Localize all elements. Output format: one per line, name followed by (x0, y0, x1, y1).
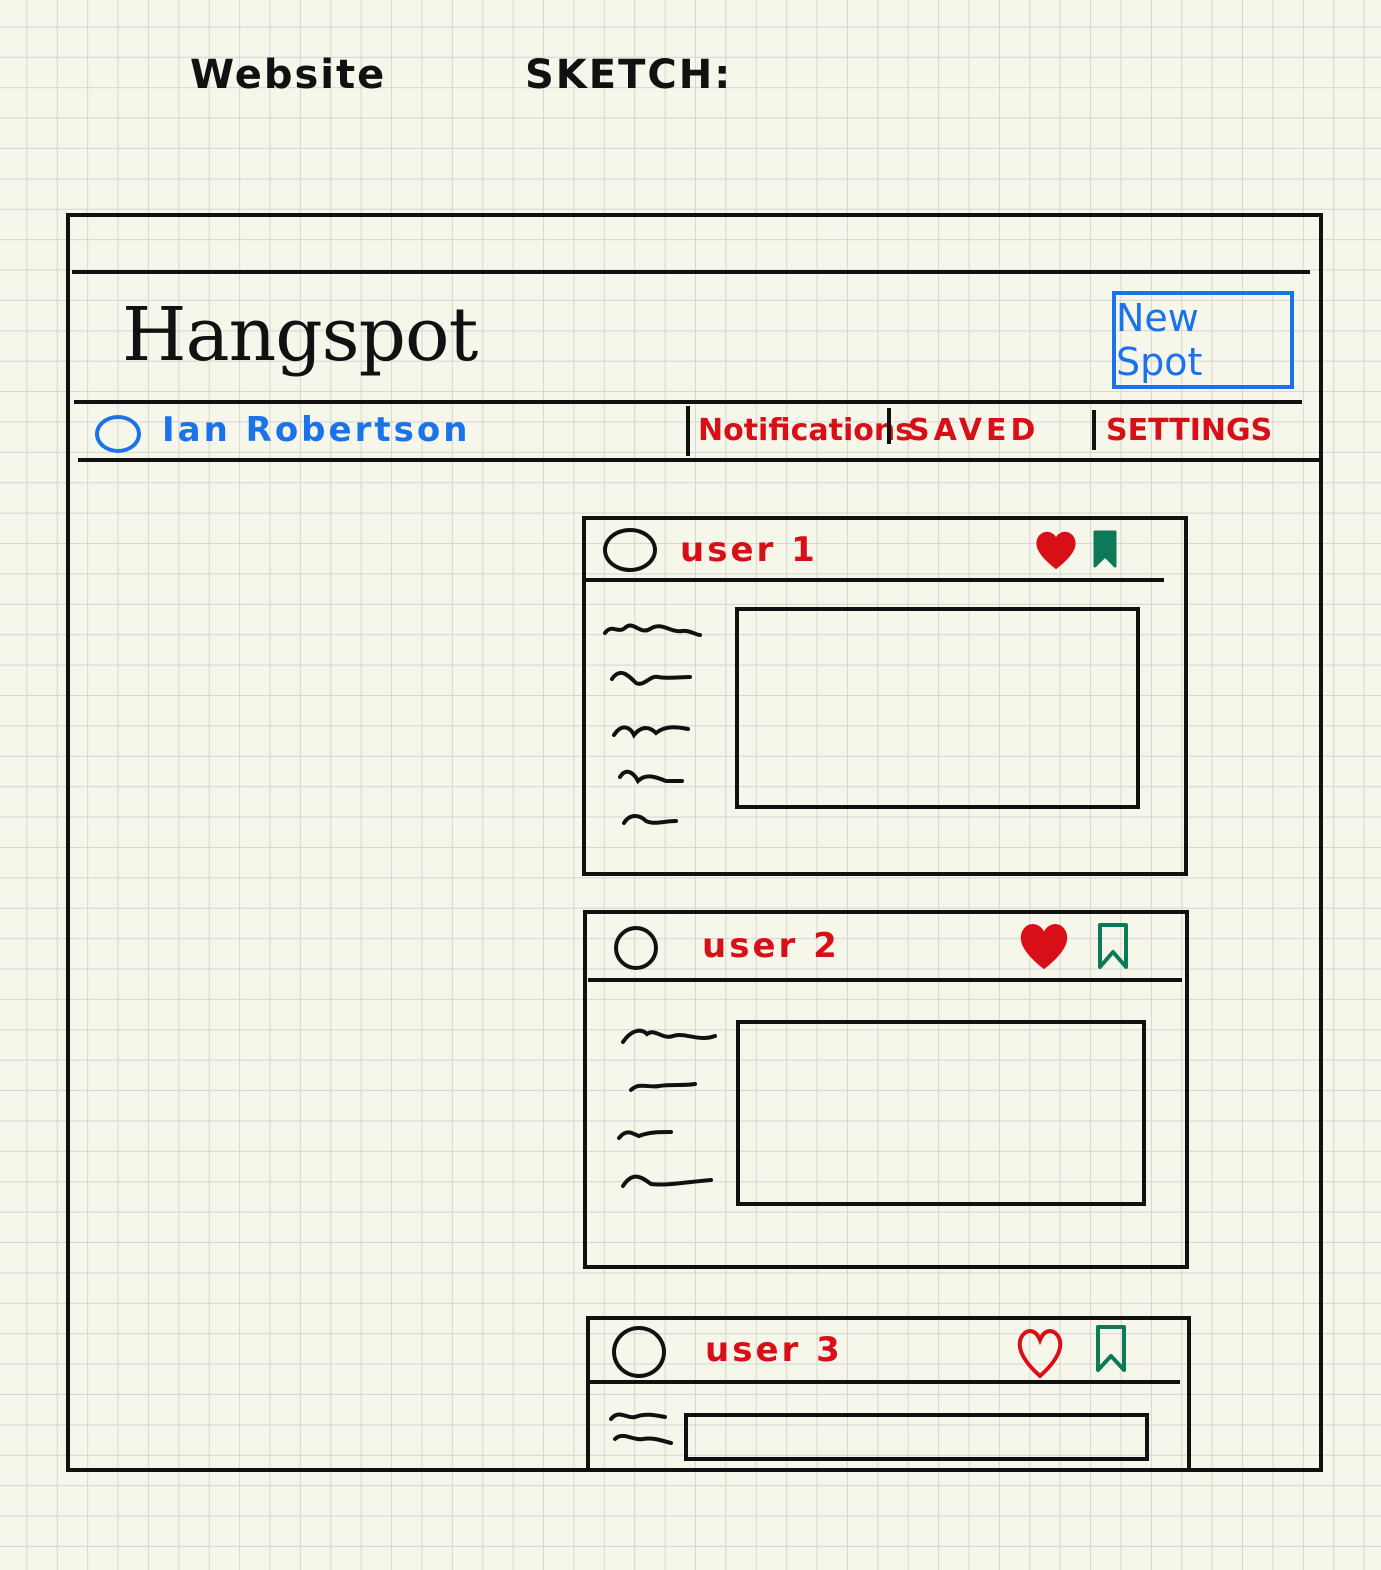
profile-name[interactable]: Ian Robertson (162, 410, 470, 450)
nav-separator (1092, 410, 1096, 450)
text-scribble-icon (617, 1028, 717, 1188)
bookmark-icon[interactable] (1092, 530, 1118, 568)
nav-saved[interactable]: SAVED (908, 413, 1039, 448)
nav-settings[interactable]: SETTINGS (1106, 413, 1272, 448)
bookmark-icon[interactable] (1096, 922, 1130, 970)
text-scribble-icon (603, 623, 702, 825)
heart-icon[interactable] (1018, 922, 1070, 970)
profile-avatar-icon[interactable] (95, 415, 141, 453)
post-header-divider (590, 1380, 1180, 1384)
browser-toolbar-divider (72, 270, 1310, 274)
nav-divider (78, 458, 1320, 462)
nav-separator (887, 408, 891, 444)
post-avatar-icon[interactable] (612, 1326, 666, 1378)
bookmark-icon[interactable] (1094, 1324, 1128, 1374)
heart-icon[interactable] (1034, 530, 1078, 570)
post-image-placeholder[interactable] (735, 607, 1140, 809)
post-avatar-icon[interactable] (603, 528, 657, 572)
nav-notifications[interactable]: Notifications (698, 413, 913, 448)
sketch-title-right: SKETCH: (525, 52, 733, 98)
post-username[interactable]: user 3 (705, 1330, 843, 1370)
sketch-title-left: Website (190, 52, 387, 98)
text-scribble-icon (609, 1412, 673, 1445)
post-header-divider (588, 978, 1182, 982)
post-header-divider (586, 578, 1164, 582)
post-username[interactable]: user 1 (680, 530, 818, 570)
new-spot-button[interactable]: New Spot (1112, 291, 1294, 389)
heart-icon[interactable] (1016, 1326, 1064, 1379)
post-image-placeholder[interactable] (736, 1020, 1146, 1206)
nav-separator (686, 406, 690, 456)
post-image-placeholder[interactable] (684, 1413, 1149, 1461)
brand-logo[interactable]: Hangspot (122, 292, 478, 378)
post-avatar-icon[interactable] (614, 926, 658, 970)
post-username[interactable]: user 2 (702, 926, 840, 966)
header-divider (74, 400, 1302, 404)
